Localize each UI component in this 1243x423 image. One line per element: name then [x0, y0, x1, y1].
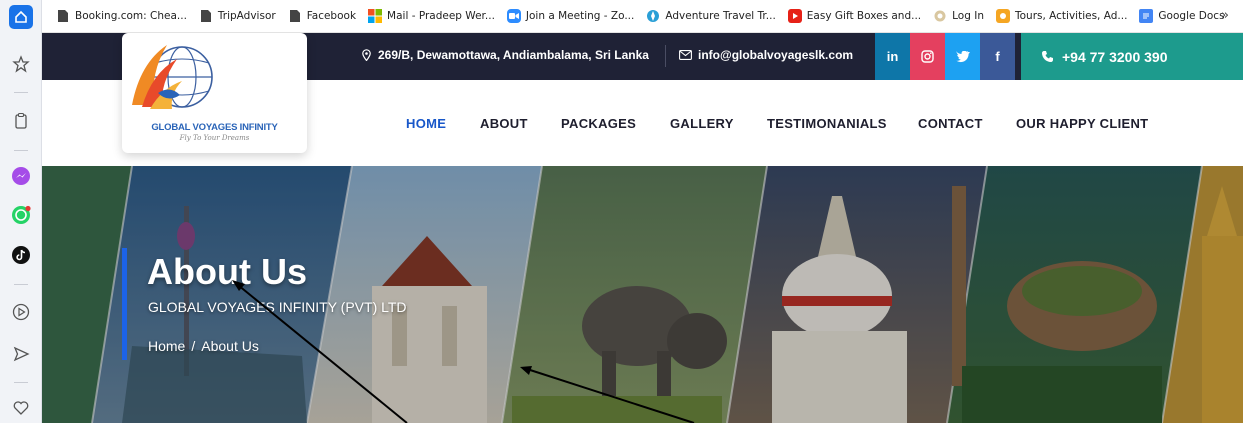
topbar-divider — [665, 45, 666, 67]
address-text: 269/B, Dewamottawa, Andiambalama, Sri La… — [378, 48, 649, 62]
bookmark-label: Tours, Activities, Ad... — [1014, 10, 1128, 22]
document-icon — [56, 9, 70, 23]
bookmark-label: Mail - Pradeep Wer... — [387, 10, 495, 22]
browser-sidebar — [0, 0, 42, 423]
phone-number[interactable]: +94 77 3200 390 — [1021, 33, 1243, 80]
site-logo[interactable]: GLOBAL VOYAGES INFINITY Fly To Your Drea… — [122, 33, 307, 153]
bookmark-label: Log In — [952, 10, 984, 22]
address: 269/B, Dewamottawa, Andiambalama, Sri La… — [362, 48, 649, 62]
nav-gallery[interactable]: GALLERY — [670, 116, 734, 131]
clipboard-icon[interactable] — [9, 109, 33, 133]
sidebar-divider — [14, 284, 28, 285]
bookmark-login[interactable]: Log In — [933, 9, 984, 23]
bookmark-mail[interactable]: Mail - Pradeep Wer... — [368, 9, 495, 23]
bookmark-zoom[interactable]: Join a Meeting - Zo... — [506, 9, 635, 23]
tours-icon — [995, 9, 1010, 23]
bookmark-label: Booking.com: Chea... — [75, 10, 187, 22]
sidebar-divider — [14, 92, 28, 93]
logo-name: GLOBAL VOYAGES INFINITY — [151, 122, 278, 133]
website: 269/B, Dewamottawa, Andiambalama, Sri La… — [42, 33, 1243, 423]
nav-contact[interactable]: CONTACT — [918, 116, 983, 131]
document-icon — [199, 9, 213, 23]
nav-about[interactable]: ABOUT — [480, 116, 528, 131]
youtube-icon — [787, 9, 802, 23]
compass-icon — [646, 9, 660, 23]
linkedin-button[interactable]: in — [875, 33, 910, 80]
bookmark-adventure[interactable]: Adventure Travel Tr... — [646, 9, 776, 23]
home-icon[interactable] — [9, 5, 33, 29]
phone-icon — [1041, 50, 1054, 63]
sidebar-divider — [14, 150, 28, 151]
star-icon[interactable] — [9, 52, 33, 76]
send-icon[interactable] — [9, 342, 33, 366]
annotation-arrows — [232, 280, 695, 423]
email[interactable]: info@globalvoyageslk.com — [679, 48, 853, 62]
bookmark-label: Facebook — [306, 10, 357, 22]
twitter-icon — [955, 50, 970, 63]
messenger-icon[interactable] — [9, 164, 33, 188]
instagram-button[interactable] — [910, 33, 945, 80]
bookmark-tripadvisor[interactable]: TripAdvisor — [199, 9, 276, 23]
facebook-button[interactable]: f — [980, 33, 1015, 80]
facebook-icon: f — [995, 49, 1000, 64]
bookmark-giftboxes[interactable]: Easy Gift Boxes and... — [787, 9, 922, 23]
whatsapp-icon[interactable] — [9, 203, 33, 227]
docs-icon — [1139, 9, 1154, 23]
play-circle-icon[interactable] — [9, 300, 33, 324]
phone-text: +94 77 3200 390 — [1062, 48, 1168, 65]
email-text: info@globalvoyageslk.com — [698, 48, 854, 62]
bookmark-label: Google Docs — [1158, 10, 1225, 22]
hero-banner: About Us GLOBAL VOYAGES INFINITY (PVT) L… — [42, 166, 1243, 423]
twitter-button[interactable] — [945, 33, 980, 80]
bookmark-label: Easy Gift Boxes and... — [806, 10, 922, 22]
bookmark-label: Adventure Travel Tr... — [665, 10, 776, 22]
envelope-icon — [679, 50, 692, 60]
tiktok-icon[interactable] — [9, 243, 33, 267]
bookmark-label: TripAdvisor — [217, 10, 276, 22]
instagram-icon — [921, 50, 934, 63]
bookmark-label: Join a Meeting - Zo... — [525, 10, 635, 22]
nav-home[interactable]: HOME — [406, 116, 446, 131]
bookmarks-overflow-button[interactable]: » — [1221, 8, 1229, 23]
logo-tagline: Fly To Your Dreams — [179, 134, 250, 142]
bookmark-tours[interactable]: Tours, Activities, Ad... — [995, 9, 1128, 23]
nav-our-happy-client[interactable]: OUR HAPPY CLIENT — [1016, 116, 1148, 131]
bookmarks-bar: Booking.com: Chea... TripAdvisor Faceboo… — [42, 0, 1243, 33]
heart-icon[interactable] — [9, 396, 33, 420]
logo-globe-icon — [132, 45, 213, 109]
document-icon — [288, 9, 302, 23]
nav-testimonials[interactable]: TESTIMONANIALS — [767, 116, 887, 131]
linkedin-icon: in — [886, 49, 899, 64]
bookmark-facebook[interactable]: Facebook — [288, 9, 356, 23]
bookmark-google-docs[interactable]: Google Docs — [1139, 9, 1225, 23]
sidebar-divider — [14, 382, 28, 383]
bookmark-booking[interactable]: Booking.com: Chea... — [56, 9, 187, 23]
cloud-icon — [933, 9, 947, 23]
zoom-icon — [506, 9, 521, 23]
microsoft-icon — [368, 9, 383, 23]
nav-packages[interactable]: PACKAGES — [561, 116, 636, 131]
location-pin-icon — [362, 49, 371, 61]
